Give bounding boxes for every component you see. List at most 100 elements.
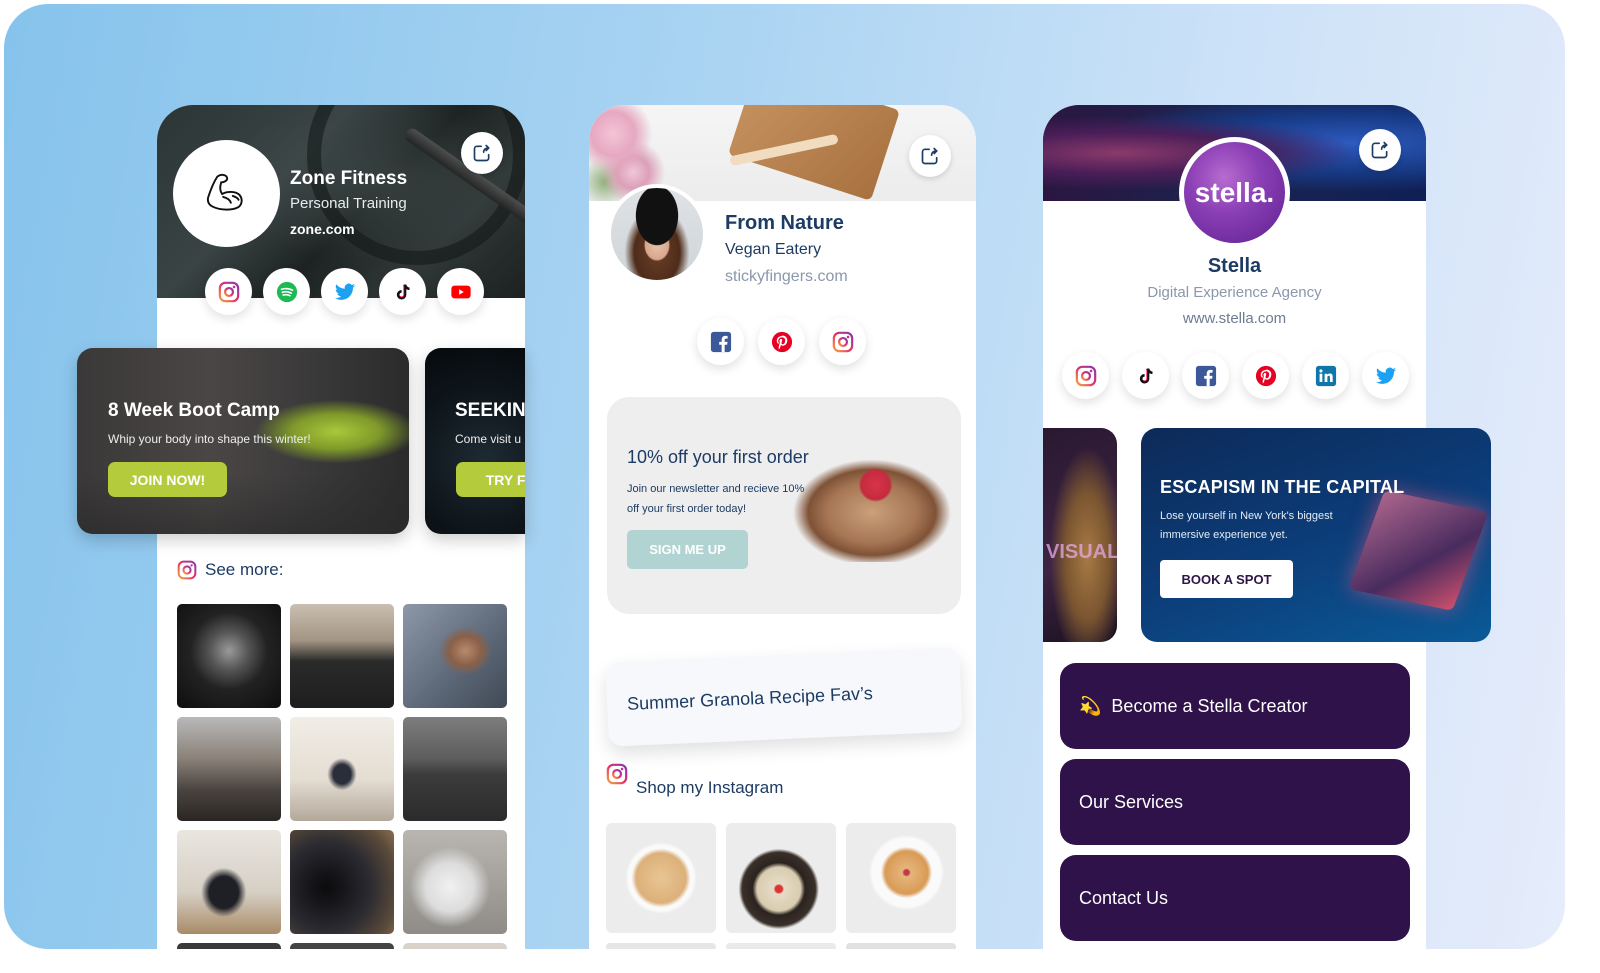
promo-title: 8 Week Boot Camp bbox=[108, 400, 280, 421]
instagram-icon bbox=[177, 560, 197, 580]
tiktok-icon bbox=[1139, 368, 1152, 383]
gallery-tile[interactable] bbox=[403, 830, 507, 934]
pinterest-link[interactable] bbox=[1242, 352, 1289, 399]
join-now-button[interactable]: JOIN NOW! bbox=[108, 462, 227, 497]
social-links bbox=[1062, 352, 1409, 399]
promo-description: Join our newsletter and recieve 10% off … bbox=[627, 483, 805, 515]
facebook-link[interactable] bbox=[697, 318, 744, 365]
link-button-become-creator[interactable]: 💫 Become a Stella Creator bbox=[1060, 663, 1410, 749]
tiktok-link[interactable] bbox=[1122, 352, 1169, 399]
social-links bbox=[697, 318, 866, 365]
gallery-tile[interactable] bbox=[606, 943, 716, 949]
youtube-icon bbox=[450, 285, 471, 298]
link-button-granola-recipe[interactable]: Summer Granola Recipe Fav’s bbox=[605, 647, 963, 747]
instagram-icon-wrap bbox=[606, 763, 628, 790]
twitter-icon bbox=[1375, 367, 1396, 384]
social-links bbox=[205, 268, 484, 315]
instagram-link[interactable] bbox=[819, 318, 866, 365]
shop-gallery bbox=[606, 823, 956, 949]
promo-description: Come visit u bbox=[455, 432, 522, 446]
gallery-tile[interactable] bbox=[290, 943, 394, 949]
profile-url[interactable]: stickyfingers.com bbox=[725, 268, 848, 286]
promo-description: Whip your body into shape this winter! bbox=[108, 432, 311, 446]
youtube-link[interactable] bbox=[437, 268, 484, 315]
promo-title: 10% off your first order bbox=[627, 447, 809, 467]
link-button-contact-us[interactable]: Contact Us bbox=[1060, 855, 1410, 941]
profile-subtitle: Vegan Eatery bbox=[725, 241, 822, 258]
profile-from-nature: From Nature Vegan Eatery stickyfingers.c… bbox=[589, 105, 976, 949]
pinterest-link[interactable] bbox=[758, 318, 805, 365]
link-label: Our Services bbox=[1079, 791, 1184, 812]
dizzy-star-icon: 💫 bbox=[1079, 695, 1102, 716]
gallery-tile[interactable] bbox=[846, 943, 956, 949]
gallery-tile[interactable] bbox=[403, 717, 507, 821]
gallery-tile[interactable] bbox=[726, 943, 836, 949]
tiktok-link[interactable] bbox=[379, 268, 426, 315]
tiktok-icon bbox=[396, 284, 409, 299]
link-label: Become a Stella Creator bbox=[1111, 695, 1308, 716]
profile-name: Zone Fitness bbox=[290, 168, 408, 189]
promo-title: SEEKIN bbox=[455, 400, 525, 421]
promo-card-boot-camp[interactable]: 8 Week Boot Camp Whip your body into sha… bbox=[77, 348, 409, 534]
gallery-heading: See more: bbox=[177, 560, 283, 580]
promo-card-partial[interactable]: SEEKIN Come visit u TRY FO bbox=[425, 348, 525, 534]
instagram-link[interactable] bbox=[1062, 352, 1109, 399]
sign-me-up-button[interactable]: SIGN ME UP bbox=[627, 530, 748, 569]
gallery-tile[interactable] bbox=[290, 717, 394, 821]
promo-partial-text: VISUALS bbox=[1046, 541, 1117, 563]
link-label: Contact Us bbox=[1079, 887, 1169, 908]
share-button[interactable] bbox=[909, 135, 951, 177]
gallery-heading: Shop my Instagram bbox=[636, 778, 783, 798]
instagram-icon bbox=[832, 331, 853, 352]
promo-card-partial[interactable]: VISUALS bbox=[1043, 428, 1117, 642]
gallery-tile[interactable] bbox=[177, 717, 281, 821]
profile-url[interactable]: www.stella.com bbox=[1043, 310, 1426, 327]
granola-image bbox=[782, 452, 961, 562]
book-a-spot-button[interactable]: BOOK A SPOT bbox=[1160, 560, 1293, 598]
share-icon bbox=[1371, 141, 1388, 159]
instagram-icon bbox=[218, 281, 239, 302]
gallery-heading-text: See more: bbox=[205, 560, 284, 579]
facebook-icon bbox=[1195, 365, 1216, 386]
facebook-icon bbox=[710, 331, 731, 352]
share-icon bbox=[921, 147, 938, 165]
gallery-tile[interactable] bbox=[177, 830, 281, 934]
promo-card-escapism[interactable]: ESCAPISM IN THE CAPITAL Lose yourself in… bbox=[1141, 428, 1491, 642]
gallery-tile[interactable] bbox=[846, 823, 956, 933]
pinterest-icon bbox=[771, 331, 792, 352]
avatar: stella. bbox=[1179, 137, 1290, 248]
gallery-tile[interactable] bbox=[290, 604, 394, 708]
gallery-tile[interactable] bbox=[606, 823, 716, 933]
instagram-gallery bbox=[177, 604, 507, 949]
gallery-tile[interactable] bbox=[403, 943, 507, 949]
avatar bbox=[607, 184, 707, 284]
avatar bbox=[173, 140, 280, 247]
instagram-icon bbox=[606, 763, 628, 785]
profile-url[interactable]: zone.com bbox=[290, 221, 355, 237]
linkedin-icon bbox=[1315, 365, 1336, 386]
spotify-link[interactable] bbox=[263, 268, 310, 315]
share-button[interactable] bbox=[461, 132, 503, 174]
facebook-link[interactable] bbox=[1182, 352, 1229, 399]
gallery-tile[interactable] bbox=[177, 943, 281, 949]
try-free-button[interactable]: TRY FO bbox=[456, 462, 525, 497]
gallery-tile[interactable] bbox=[290, 830, 394, 934]
pinterest-icon bbox=[1255, 365, 1276, 386]
gallery-tile[interactable] bbox=[726, 823, 836, 933]
logo-text: stella. bbox=[1194, 176, 1275, 208]
promo-title: ESCAPISM IN THE CAPITAL bbox=[1160, 477, 1405, 497]
instagram-icon bbox=[1075, 365, 1096, 386]
instagram-link[interactable] bbox=[205, 268, 252, 315]
twitter-link[interactable] bbox=[1362, 352, 1409, 399]
profile-subtitle: Digital Experience Agency bbox=[1147, 284, 1322, 301]
link-button-our-services[interactable]: Our Services bbox=[1060, 759, 1410, 845]
promo-card-discount[interactable]: 10% off your first order Join our newsle… bbox=[607, 397, 961, 614]
share-button[interactable] bbox=[1359, 129, 1401, 171]
linkedin-link[interactable] bbox=[1302, 352, 1349, 399]
profile-name: Stella bbox=[1207, 255, 1262, 277]
gallery-tile[interactable] bbox=[403, 604, 507, 708]
gallery-tile[interactable] bbox=[177, 604, 281, 708]
profile-name: From Nature bbox=[725, 212, 844, 234]
twitter-link[interactable] bbox=[321, 268, 368, 315]
profile-subtitle: Personal Training bbox=[290, 195, 407, 212]
